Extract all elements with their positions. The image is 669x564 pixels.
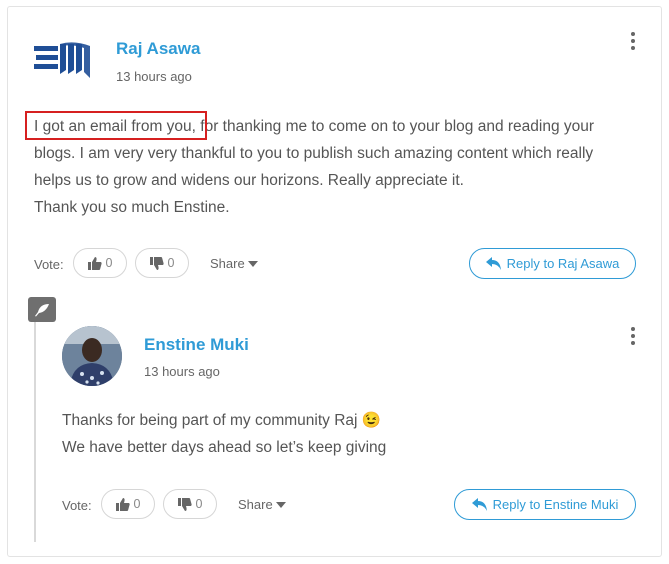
reply-to-reply-button-label: Reply to Enstine Muki	[492, 497, 619, 512]
upvote-count: 0	[105, 256, 113, 270]
comment-timestamp[interactable]: 13 hours ago	[116, 69, 192, 84]
reply-share-button[interactable]: Share	[238, 497, 286, 512]
author-avatar-logo	[34, 40, 92, 80]
thumbs-down-icon	[149, 256, 164, 270]
reply-share-label: Share	[238, 497, 273, 512]
wink-emoji: 😉	[361, 412, 382, 429]
reply-button-label: Reply to Raj Asawa	[506, 256, 620, 271]
thumbs-up-icon	[87, 256, 102, 270]
reply-arrow-icon	[485, 257, 501, 270]
share-button[interactable]: Share	[210, 256, 258, 271]
upvote-button[interactable]: 0	[73, 248, 127, 278]
reply-author-avatar	[62, 326, 122, 386]
caret-down-icon	[275, 501, 286, 508]
comment-body-line-4: Thank you so much Enstine.	[34, 199, 230, 216]
reply-timestamp[interactable]: 13 hours ago	[144, 364, 220, 379]
comment-body-line-2: blogs. I am very very thankful to you to…	[34, 145, 594, 162]
reply-arrow-icon	[471, 498, 487, 511]
reply-upvote-button[interactable]: 0	[101, 489, 155, 519]
thread-reply-icon	[28, 297, 56, 322]
reply-to-reply-button[interactable]: Reply to Enstine Muki	[454, 489, 636, 520]
comment-body-line-3: helps us to grow and widens our horizons…	[34, 172, 464, 189]
reply-author-name[interactable]: Enstine Muki	[144, 335, 249, 355]
downvote-count: 0	[167, 256, 175, 270]
reply-body-line-1-text: Thanks for being part of my community Ra…	[62, 412, 358, 429]
comment-body-line-1-rest: , for thanking me to come on to your blo…	[191, 118, 595, 135]
reply-vote-label: Vote:	[62, 498, 92, 513]
thumbs-up-icon	[115, 497, 130, 511]
reply-downvote-button[interactable]: 0	[163, 489, 217, 519]
reply-button[interactable]: Reply to Raj Asawa	[469, 248, 636, 279]
reply-upvote-count: 0	[133, 497, 141, 511]
thumbs-down-icon	[177, 497, 192, 511]
reply-downvote-count: 0	[195, 497, 203, 511]
comment-author-name[interactable]: Raj Asawa	[116, 39, 200, 59]
reply-more-options-icon[interactable]	[631, 327, 637, 348]
em-logo-icon	[34, 42, 90, 78]
vote-label: Vote:	[34, 257, 64, 272]
reply-body-line-1: Thanks for being part of my community Ra…	[62, 407, 622, 434]
comments-card	[7, 6, 662, 557]
caret-down-icon	[247, 260, 258, 267]
person-avatar-icon	[62, 326, 122, 386]
share-label: Share	[210, 256, 245, 271]
reply-body-line-2: We have better days ahead so let’s keep …	[62, 439, 387, 456]
feather-icon	[35, 303, 49, 316]
downvote-button[interactable]: 0	[135, 248, 189, 278]
highlight-box	[25, 111, 207, 140]
thread-line	[34, 322, 36, 542]
comment-more-options-icon[interactable]	[631, 32, 637, 53]
reply-body: Thanks for being part of my community Ra…	[62, 407, 622, 461]
